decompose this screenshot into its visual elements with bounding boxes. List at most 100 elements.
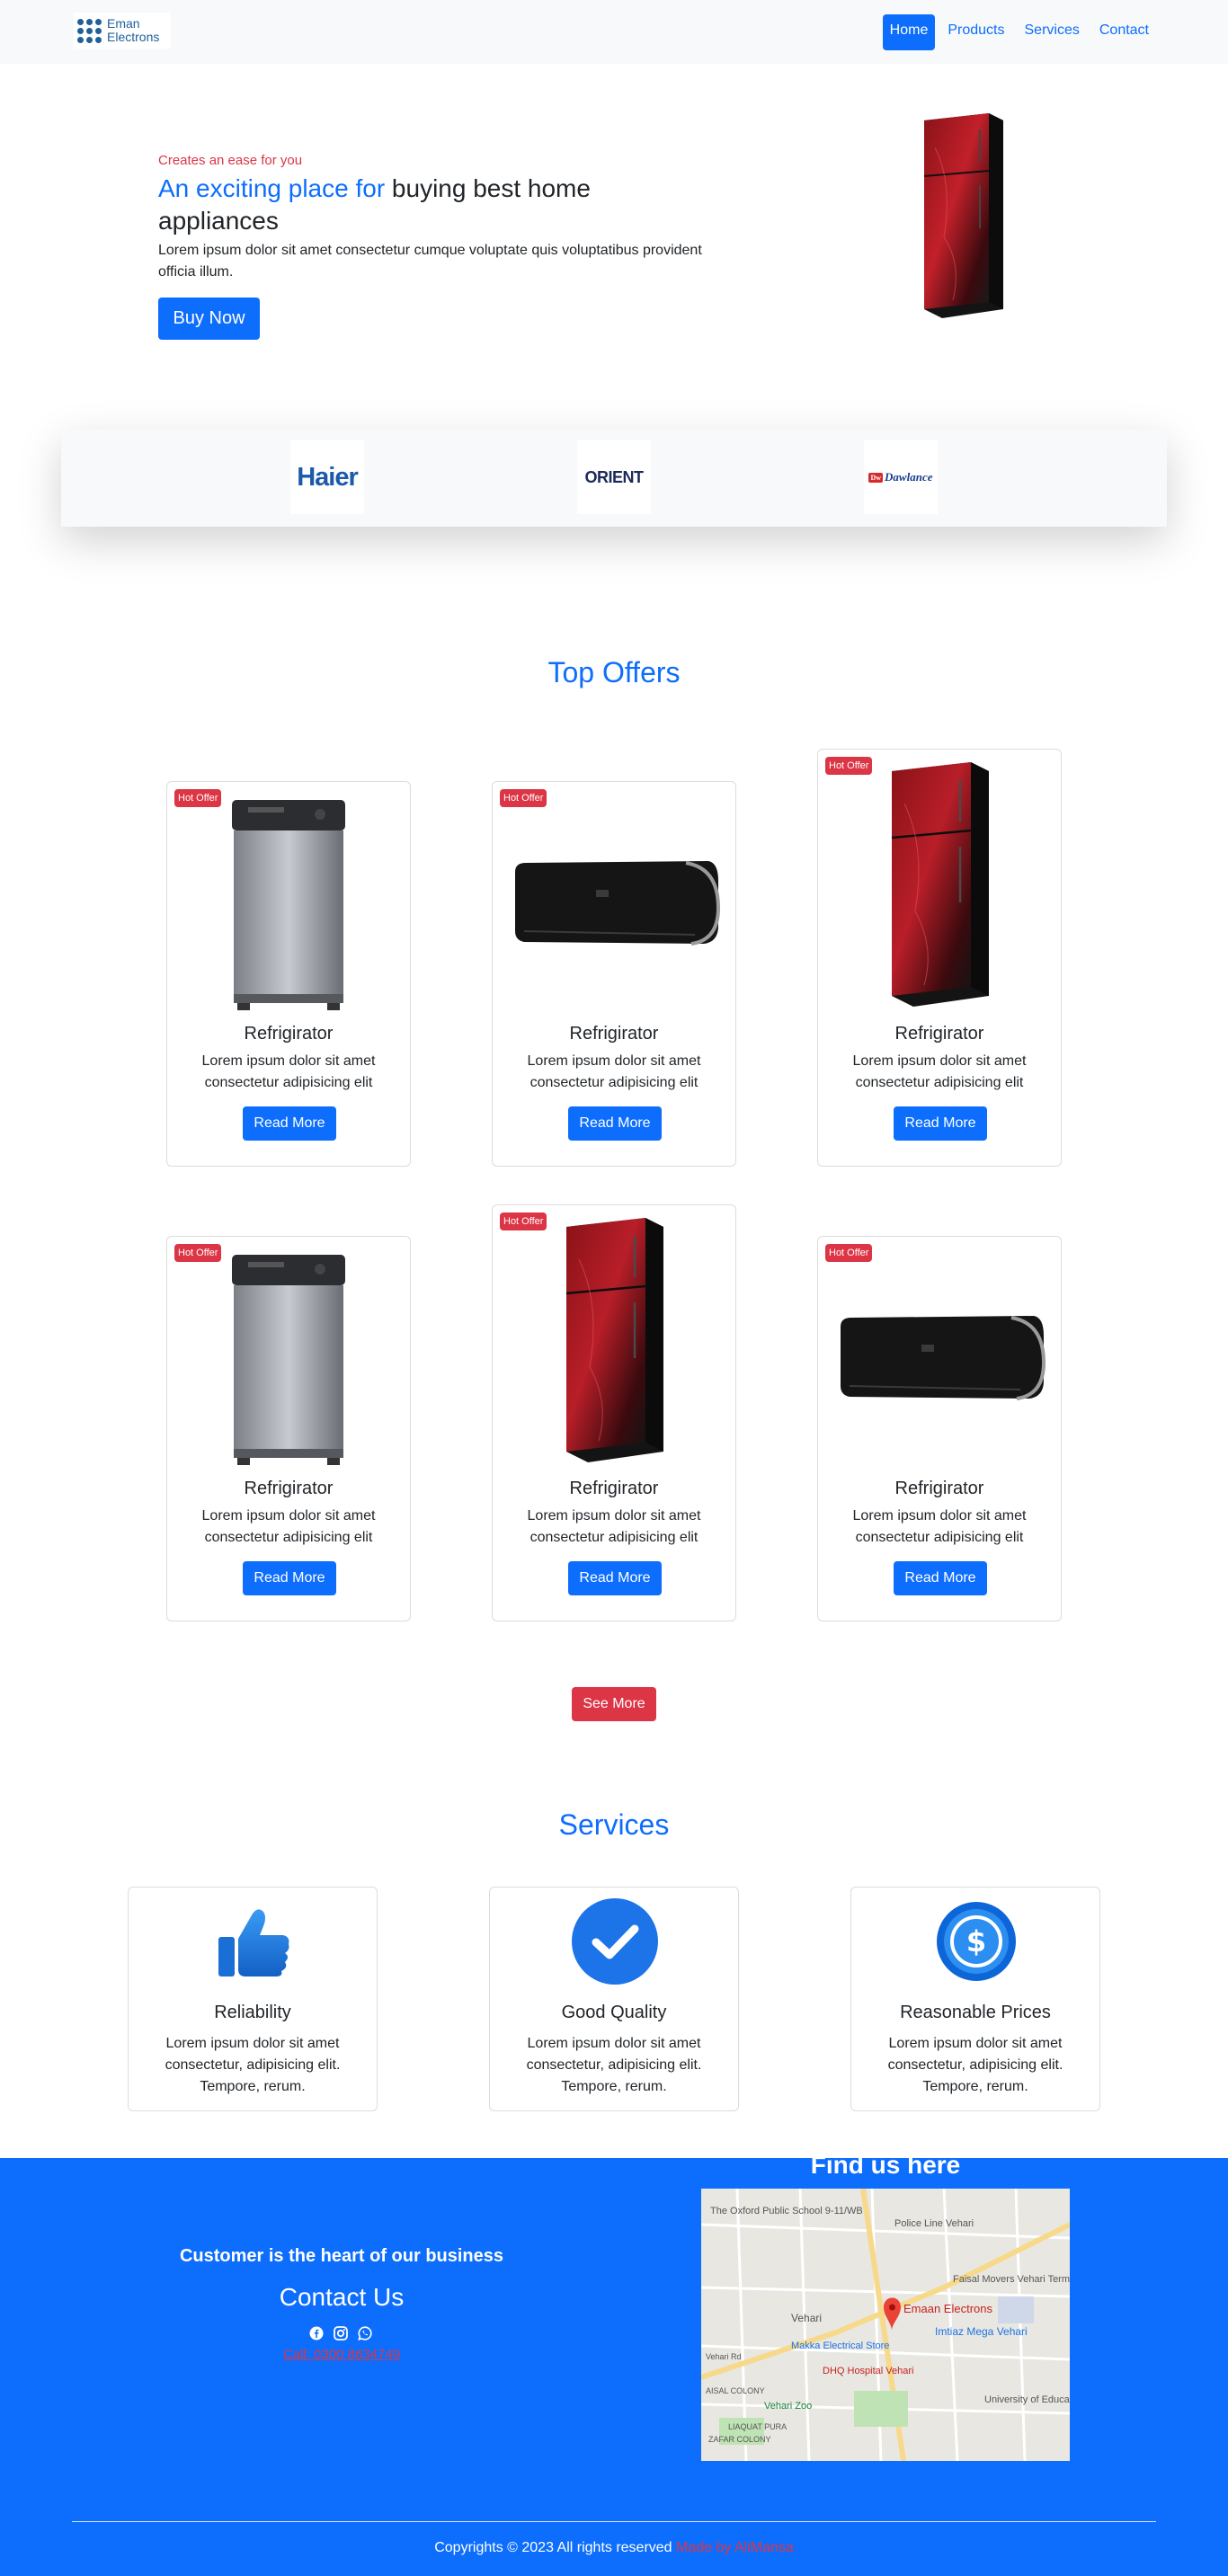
see-more-button[interactable]: See More (572, 1687, 656, 1721)
footer-divider (72, 2521, 1156, 2522)
whatsapp-icon[interactable] (357, 2325, 372, 2341)
dawlance-badge: Dw (868, 472, 884, 483)
offer-card: Hot Offer Refrigirator Lorem ipsum dolor s… (817, 749, 1062, 1167)
map-label: Emaan Electrons (903, 2302, 992, 2315)
read-more-button[interactable]: Read More (243, 1561, 336, 1595)
call-link[interactable]: Call: 0300 8634749 (0, 2347, 683, 2362)
map-label: Makka Electrical Store (791, 2341, 889, 2351)
buy-now-button[interactable]: Buy Now (158, 298, 260, 340)
service-title: Reliability (214, 2003, 291, 2022)
thumbs-up-icon (209, 1896, 298, 1986)
read-more-button[interactable]: Read More (243, 1106, 336, 1141)
map-label: Vehari Zoo (764, 2401, 812, 2412)
offer-card: Hot Offer Refrigirator Lorem ipsum dolor s… (166, 781, 411, 1167)
hot-offer-badge: Hot Offer (500, 789, 547, 807)
offer-card: Hot Offer Refrigirator Lorem ipsum dolor s… (492, 1204, 736, 1621)
card-text: Lorem ipsum dolor sit amet consectetur a… (527, 1053, 701, 1090)
top-offers-title: Top Offers (547, 656, 681, 688)
air-conditioner-image (818, 1309, 1061, 1408)
hero-title-accent: An exciting place for (158, 174, 386, 202)
card-title: Refrigirator (244, 1024, 334, 1044)
copyright-text: Copyrights © 2023 All rights reserved (434, 2540, 672, 2555)
map-label: University of Education, Vehari Campus (984, 2394, 1070, 2405)
refrigerator-image (818, 759, 1061, 1010)
nav-links: Home Products Services Contact (882, 14, 1156, 50)
service-card-quality: Good Quality Lorem ipsum dolor sit amet … (489, 1887, 739, 2111)
card-title: Refrigirator (894, 1479, 984, 1498)
read-more-button[interactable]: Read More (894, 1106, 987, 1141)
check-circle-icon (570, 1896, 660, 1986)
map-label: Police Line Vehari (894, 2218, 974, 2229)
hero-refrigerator-image (917, 111, 1009, 320)
map-label: LIAQUAT PURA (728, 2422, 787, 2431)
nav-services[interactable]: Services (1018, 14, 1087, 50)
read-more-button[interactable]: Read More (894, 1561, 987, 1595)
hot-offer-badge: Hot Offer (825, 1244, 873, 1262)
service-title: Good Quality (561, 2003, 667, 2022)
logo-dots-icon (77, 18, 102, 43)
brand-logo[interactable]: Eman Electrons (74, 13, 171, 49)
logo-text-line-2: Electrons (107, 30, 160, 44)
map-label: Vehari (791, 2312, 822, 2324)
refrigerator-image (493, 1214, 735, 1466)
hero-description: Lorem ipsum dolor sit amet consectetur c… (158, 243, 702, 280)
service-title: Reasonable Prices (900, 2003, 1051, 2022)
nav-contact[interactable]: Contact (1092, 14, 1156, 50)
logo-text-line-1: Eman (107, 16, 140, 31)
nav-products[interactable]: Products (940, 14, 1011, 50)
service-text: Lorem ipsum dolor sit amet consectetur, … (526, 2036, 702, 2094)
card-text: Lorem ipsum dolor sit amet consectetur a… (201, 1508, 376, 1545)
location-map[interactable]: The Oxford Public School 9-11/WB Police … (701, 2189, 1070, 2461)
brand-orient-text: ORIENT (584, 467, 644, 486)
air-conditioner-image (493, 854, 735, 953)
footer-tagline: Customer is the heart of our business (179, 2246, 504, 2266)
card-text: Lorem ipsum dolor sit amet consectetur a… (527, 1508, 701, 1545)
service-card-prices: $ Reasonable Prices Lorem ipsum dolor si… (850, 1887, 1100, 2111)
service-text: Lorem ipsum dolor sit amet consectetur, … (165, 2036, 341, 2094)
map-label: Imtiaz Mega Vehari (935, 2325, 1028, 2338)
card-title: Refrigirator (569, 1479, 659, 1498)
svg-text:$: $ (966, 1924, 986, 1959)
brand-haier-logo[interactable]: Haier (290, 440, 364, 514)
washing-machine-image (167, 787, 410, 1012)
offer-card: Hot Offer Refrigirator Lorem ipsum dolor s… (492, 781, 736, 1167)
find-us-title: Find us here (810, 2151, 961, 2179)
dawlance-text: Dawlance (885, 470, 933, 484)
card-text: Lorem ipsum dolor sit amet consectetur a… (852, 1053, 1027, 1090)
map-label: Faisal Movers Vehari Terminal (953, 2274, 1070, 2285)
card-text: Lorem ipsum dolor sit amet consectetur a… (852, 1508, 1027, 1545)
service-card-reliability: Reliability Lorem ipsum dolor sit amet c… (128, 1887, 378, 2111)
footer: Customer is the heart of our business Co… (0, 2151, 1228, 2576)
card-title: Refrigirator (244, 1479, 334, 1498)
card-title: Refrigirator (894, 1024, 984, 1044)
map-label: Vehari Rd (706, 2352, 742, 2361)
made-by-link[interactable]: Made by AliMansa (676, 2540, 794, 2555)
hero-title: An exciting place for buying best home a… (158, 173, 698, 237)
social-links (308, 2325, 372, 2341)
hero-tagline: Creates an ease for you (158, 153, 303, 168)
map-label: The Oxford Public School 9-11/WB (710, 2206, 863, 2216)
contact-title: Contact Us (279, 2283, 405, 2311)
instagram-icon[interactable] (333, 2325, 348, 2341)
map-label: ZAFAR COLONY (708, 2435, 771, 2444)
services-title: Services (558, 1808, 670, 1841)
navbar: Eman Electrons Home Products Services Co… (0, 0, 1228, 64)
brand-orient-logo[interactable]: ORIENT (577, 440, 651, 514)
offer-card: Hot Offer Refrigirator Lorem ipsum dolor s… (817, 1236, 1062, 1621)
read-more-button[interactable]: Read More (568, 1561, 662, 1595)
dollar-coin-icon: $ (931, 1896, 1021, 1986)
brand-dawlance-logo[interactable]: Dw Dawlance (864, 440, 938, 514)
map-label: DHQ Hospital Vehari (823, 2366, 914, 2376)
card-text: Lorem ipsum dolor sit amet consectetur a… (201, 1053, 376, 1090)
card-title: Refrigirator (569, 1024, 659, 1044)
offer-card: Hot Offer Refrigirator Lorem ipsum dolor s… (166, 1236, 411, 1621)
brand-strip: Haier ORIENT Dw Dawlance (61, 430, 1167, 527)
logo-text: Eman Electrons (107, 17, 159, 44)
service-text: Lorem ipsum dolor sit amet consectetur, … (887, 2036, 1063, 2094)
map-label: AISAL COLONY (706, 2386, 765, 2395)
facebook-icon[interactable] (308, 2325, 324, 2341)
copyright: Copyrights © 2023 All rights reserved Ma… (0, 2540, 1228, 2556)
nav-home[interactable]: Home (882, 14, 936, 50)
read-more-button[interactable]: Read More (568, 1106, 662, 1141)
washing-machine-image (167, 1242, 410, 1467)
